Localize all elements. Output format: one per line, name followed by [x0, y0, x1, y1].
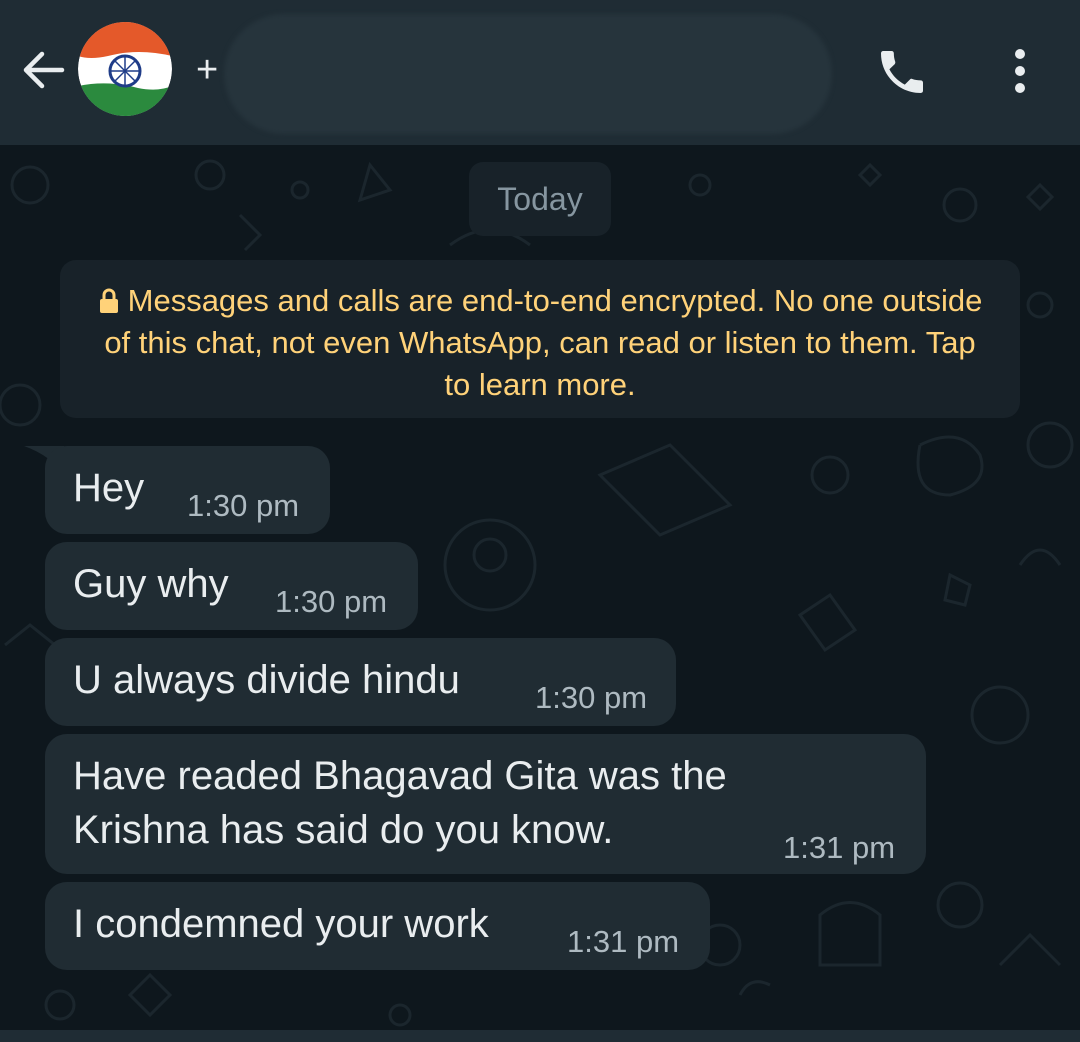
bottom-bar: [0, 1030, 1080, 1042]
encryption-notice[interactable]: Messages and calls are end-to-end encryp…: [60, 260, 1020, 418]
more-vertical-icon: [1015, 49, 1025, 93]
message-text-line-1: Have readed Bhagavad Gita was the: [73, 754, 727, 798]
redacted-contact-name: [224, 14, 832, 134]
lock-icon: [99, 288, 118, 313]
message-time: 1:30 pm: [535, 680, 648, 715]
more-options-button[interactable]: [998, 42, 1042, 102]
message-text: U always divide hindu: [73, 658, 460, 702]
message-text: Guy why: [73, 562, 229, 606]
incoming-message[interactable]: Guy why 1:30 pm: [45, 542, 418, 630]
message-time: 1:30 pm: [275, 584, 388, 619]
message-time: 1:31 pm: [567, 924, 680, 959]
message-time: 1:30 pm: [187, 488, 300, 523]
voice-call-button[interactable]: [872, 44, 932, 100]
message-text: Hey: [73, 466, 145, 510]
back-button[interactable]: [18, 44, 70, 96]
message-text-line-2: Krishna has said do you know.: [73, 808, 614, 852]
date-separator: Today: [469, 162, 611, 236]
arrow-left-icon: [23, 51, 65, 89]
contact-avatar[interactable]: [78, 22, 172, 116]
incoming-message[interactable]: I condemned your work 1:31 pm: [45, 882, 710, 970]
chat-header: +: [0, 0, 1080, 145]
phone-icon: [881, 51, 923, 93]
chat-screen: + Today Messages and calls are end-to-en…: [0, 0, 1080, 1042]
message-time: 1:31 pm: [783, 830, 896, 865]
message-text: I condemned your work: [73, 902, 489, 946]
incoming-message[interactable]: Hey 1:30 pm: [45, 446, 330, 534]
encryption-notice-text: Messages and calls are end-to-end encryp…: [104, 283, 983, 402]
india-flag-avatar: [78, 22, 172, 116]
contact-name[interactable]: +: [196, 42, 218, 98]
incoming-message[interactable]: Have readed Bhagavad Gita was the Krishn…: [45, 734, 926, 874]
incoming-message[interactable]: U always divide hindu 1:30 pm: [45, 638, 676, 726]
